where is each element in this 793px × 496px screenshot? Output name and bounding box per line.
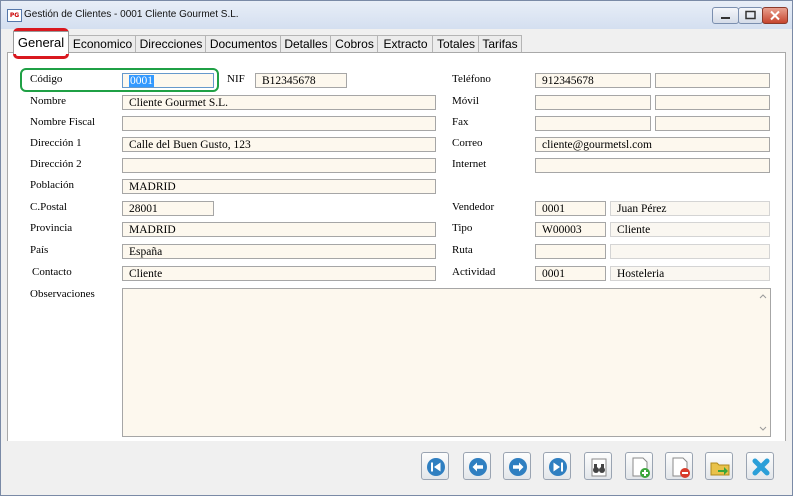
internet-label: Internet [452, 158, 487, 170]
ruta-label: Ruta [452, 244, 473, 256]
add-document-icon [632, 457, 650, 478]
previous-record-button[interactable] [463, 452, 491, 480]
close-icon [770, 10, 780, 21]
tipo-label: Tipo [452, 222, 473, 234]
tab-strip: General Economico Direcciones Documentos… [7, 31, 786, 54]
telefono-field[interactable]: 912345678 [535, 73, 651, 88]
correo-field[interactable]: cliente@gourmetsl.com [535, 137, 770, 152]
title-bar[interactable]: PG Gestión de Clientes - 0001 Cliente Go… [1, 1, 792, 29]
arrow-left-icon [469, 458, 487, 476]
search-button[interactable] [584, 452, 612, 480]
observaciones-scrollbar[interactable] [756, 289, 770, 436]
maximize-button[interactable] [738, 7, 763, 24]
direccion2-field[interactable] [122, 158, 436, 173]
export-folder-icon [710, 462, 730, 476]
internet-field[interactable] [535, 158, 770, 173]
maximize-icon [745, 10, 756, 20]
fax-label: Fax [452, 116, 469, 128]
cpostal-field[interactable]: 28001 [122, 201, 214, 216]
export-button[interactable] [705, 452, 733, 480]
correo-label: Correo [452, 137, 483, 149]
nombre-fiscal-field[interactable] [122, 116, 436, 131]
app-icon: PG [7, 9, 22, 22]
codigo-label: Código [30, 73, 63, 85]
codigo-value: 0001 [129, 75, 154, 87]
tipo-name-field: Cliente [610, 222, 770, 237]
nombre-label: Nombre [30, 95, 67, 107]
telefono-label: Teléfono [452, 73, 491, 85]
fax-field[interactable] [535, 116, 651, 131]
nombre-fiscal-label: Nombre Fiscal [30, 116, 96, 128]
new-record-button[interactable] [625, 452, 653, 480]
first-record-icon [427, 458, 445, 476]
nif-field[interactable]: B12345678 [255, 73, 347, 88]
last-record-icon [549, 458, 567, 476]
delete-document-icon [672, 457, 690, 478]
window-title: Gestión de Clientes - 0001 Cliente Gourm… [24, 9, 239, 20]
actividad-name-field: Hosteleria [610, 266, 770, 281]
close-x-icon [752, 458, 770, 476]
client-management-window: PG Gestión de Clientes - 0001 Cliente Go… [0, 0, 793, 496]
delete-record-button[interactable] [665, 452, 693, 480]
observaciones-textarea[interactable] [122, 288, 771, 437]
ruta-name-field [610, 244, 770, 259]
binoculars-icon [591, 458, 607, 477]
arrow-right-icon [509, 458, 527, 476]
vendedor-label: Vendedor [452, 201, 495, 213]
provincia-field[interactable]: MADRID [122, 222, 436, 237]
actividad-label: Actividad [452, 266, 496, 278]
fax2-field[interactable] [655, 116, 770, 131]
ruta-code-field[interactable] [535, 244, 606, 259]
movil-label: Móvil [452, 95, 479, 107]
provincia-label: Provincia [30, 222, 73, 234]
pais-field[interactable]: España [122, 244, 436, 259]
contacto-field[interactable]: Cliente [122, 266, 436, 281]
codigo-field[interactable]: 0001 [122, 73, 214, 88]
general-form-panel: Código 0001 NIF B12345678 Nombre Cliente… [7, 52, 786, 443]
nif-label: NIF [227, 73, 245, 85]
direccion1-label: Dirección 1 [30, 137, 82, 149]
direccion2-label: Dirección 2 [30, 158, 82, 170]
actividad-code-field[interactable]: 0001 [535, 266, 606, 281]
cpostal-label: C.Postal [30, 201, 67, 213]
nombre-field[interactable]: Cliente Gourmet S.L. [122, 95, 436, 110]
minimize-button[interactable] [712, 7, 739, 24]
poblacion-label: Población [30, 179, 74, 191]
vendedor-name-field: Juan Pérez [610, 201, 770, 216]
contacto-label: Contacto [32, 266, 72, 278]
next-record-button[interactable] [503, 452, 531, 480]
direccion1-field[interactable]: Calle del Buen Gusto, 123 [122, 137, 436, 152]
tab-general[interactable]: General [13, 31, 69, 54]
last-record-button[interactable] [543, 452, 571, 480]
minimize-icon [721, 17, 730, 19]
first-record-button[interactable] [421, 452, 449, 480]
observaciones-label: Observaciones [30, 288, 95, 300]
pais-label: País [30, 244, 49, 256]
close-window-button[interactable] [762, 7, 788, 24]
vendedor-code-field[interactable]: 0001 [535, 201, 606, 216]
scrollbar-arrows-icon [759, 294, 767, 431]
movil2-field[interactable] [655, 95, 770, 110]
poblacion-field[interactable]: MADRID [122, 179, 436, 194]
tipo-code-field[interactable]: W00003 [535, 222, 606, 237]
movil-field[interactable] [535, 95, 651, 110]
close-form-button[interactable] [746, 452, 774, 480]
telefono2-field[interactable] [655, 73, 770, 88]
